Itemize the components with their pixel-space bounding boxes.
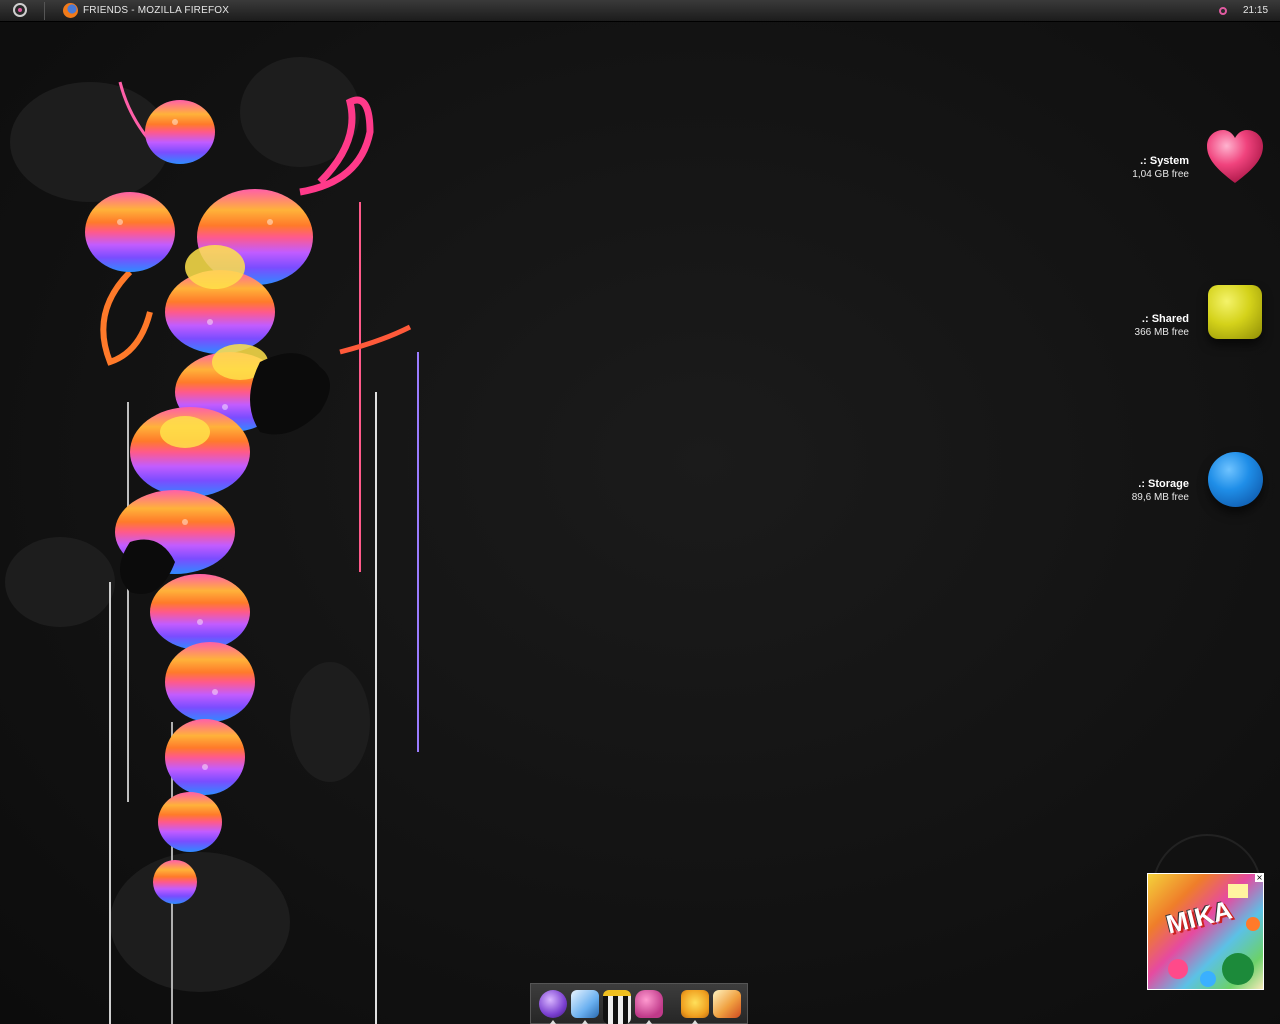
drive-free-space: 1,04 GB free [1132, 169, 1189, 180]
wallpaper-flower-art [5, 57, 419, 1024]
album-art-pattern [1168, 884, 1260, 987]
drive-free-space: 89,6 MB free [1131, 492, 1189, 503]
panel-separator [44, 2, 45, 20]
drive-name: .: Shared [1141, 313, 1189, 325]
drive-system[interactable]: .: System 1,04 GB free [1132, 155, 1189, 180]
clock[interactable]: 21:15 [1243, 5, 1268, 16]
pink-heart-icon[interactable] [1205, 128, 1265, 186]
firefox-icon[interactable] [63, 3, 78, 18]
taskbar-window-title[interactable]: FRIENDS - MOZILLA FIREFOX [83, 5, 229, 16]
drive-shared[interactable]: .: Shared 366 MB free [1135, 313, 1189, 338]
compass-browser-icon[interactable] [539, 990, 567, 1024]
dock [530, 983, 748, 1024]
top-panel: FRIENDS - MOZILLA FIREFOX 21:15 [0, 0, 1280, 22]
drive-storage[interactable]: .: Storage 89,6 MB free [1132, 478, 1189, 503]
yellow-cube-icon[interactable] [1208, 285, 1262, 339]
image-preview-icon[interactable] [571, 990, 599, 1024]
drive-name: .: Storage [1138, 478, 1189, 490]
photo-stack-icon[interactable] [713, 990, 741, 1018]
maple-leaf-icon[interactable] [681, 990, 709, 1024]
clapperboard-icon[interactable] [603, 990, 631, 1024]
drive-free-space: 366 MB free [1134, 327, 1189, 338]
drive-name: .: System [1140, 155, 1189, 167]
blue-ball-icon[interactable] [1208, 452, 1263, 507]
close-icon[interactable]: × [1255, 873, 1264, 882]
main-menu-button[interactable] [13, 3, 27, 17]
backpack-icon[interactable] [635, 990, 663, 1024]
album-art[interactable]: MIKA [1147, 873, 1264, 990]
tray-indicator-icon[interactable] [1219, 7, 1227, 15]
